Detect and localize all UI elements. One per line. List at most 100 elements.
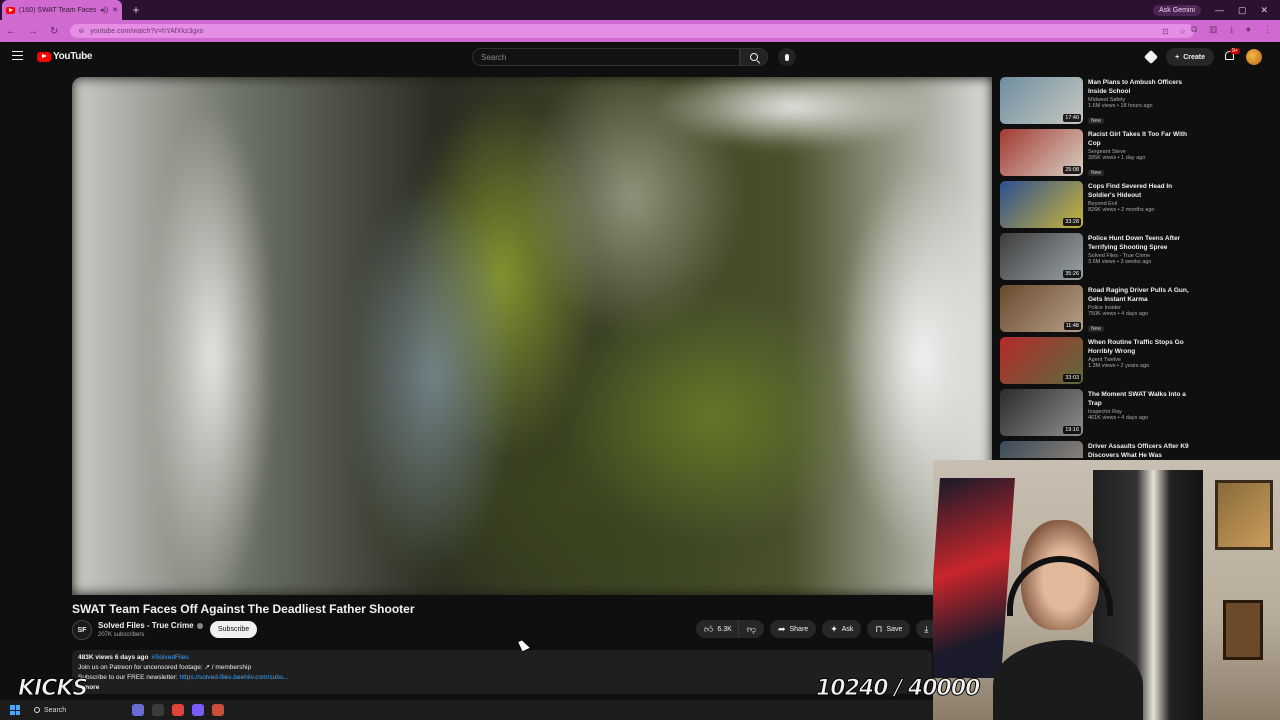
recommended-video-info: Road Raging Driver Pulls A Gun, Gets Ins… [1088, 285, 1272, 336]
recommended-video-stats: 1.3M views • 2 years ago [1088, 363, 1150, 369]
show-more-button[interactable]: ...more [78, 683, 926, 693]
menu-icon[interactable] [12, 51, 23, 60]
recommended-video-info: The Moment SWAT Walks Into a Trap Inspect… [1088, 389, 1272, 440]
youtube-logo[interactable]: YouTube [37, 51, 93, 62]
bookmark-star-icon[interactable]: ☆ [1179, 27, 1186, 36]
extensions-icon[interactable]: ⧉ [1191, 24, 1197, 35]
recommended-video[interactable]: Driver Assaults Officers After K9 Discov… [1000, 441, 1272, 458]
video-thumbnail[interactable]: 33:28 [1000, 181, 1083, 228]
site-info-icon[interactable]: ⊜ [78, 27, 84, 35]
recommended-video-title[interactable]: Police Hunt Down Teens After Terrifying … [1088, 234, 1198, 252]
search-icon [750, 53, 758, 61]
video-thumbnail[interactable]: 19:16 [1000, 389, 1083, 436]
newsletter-link[interactable]: https://solved-files.beehiiv.com/subs... [180, 674, 289, 681]
save-button[interactable]: ⊓ Save [867, 620, 911, 638]
account-avatar[interactable] [1246, 49, 1262, 65]
screen: (160) SWAT Team Faces Off ◂)) ✕ + Ask Ge… [0, 0, 1280, 720]
download-icon: ⤓ [924, 623, 929, 634]
video-thumbnail[interactable]: 35:26 [1000, 233, 1083, 280]
back-arrow-icon[interactable]: ← [6, 26, 16, 37]
notifications-button[interactable]: 9+ [1224, 48, 1240, 63]
recommended-video-title[interactable]: Man Plans to Ambush Officers Inside Scho… [1088, 78, 1198, 96]
downloads-icon[interactable]: ⤓ [1230, 24, 1234, 35]
browser-toolbar: ← → ↻ ⊜ youtube.com/watch?v=hYAfXkz3gxo … [0, 20, 1280, 42]
goal-counter: 10240 / 40000 [815, 676, 980, 702]
hashtag-link[interactable]: #SolvedFiles [151, 654, 188, 661]
new-tab-button[interactable]: + [128, 2, 144, 18]
recommended-video-title[interactable]: The Moment SWAT Walks Into a Trap [1088, 390, 1198, 408]
recommended-video[interactable]: 19:16 The Moment SWAT Walks Into a Trap In… [1000, 389, 1272, 440]
browser-tab[interactable]: (160) SWAT Team Faces Off ◂)) ✕ [2, 0, 122, 20]
windows-start-icon[interactable] [10, 705, 20, 715]
video-duration: 33:03 [1063, 374, 1081, 382]
url-text: youtube.com/watch?v=hYAfXkz3gxo [90, 27, 204, 35]
browser-tab-strip: (160) SWAT Team Faces Off ◂)) ✕ + Ask Ge… [0, 0, 1280, 20]
video-description[interactable]: 483K views 6 days ago #SolvedFiles Join u… [72, 650, 932, 694]
video-thumbnail[interactable]: 33:03 [1000, 337, 1083, 384]
video-thumbnail[interactable]: 11:48 [1000, 285, 1083, 332]
voice-search-button[interactable] [778, 48, 796, 66]
recommended-video[interactable]: 33:28 Cops Find Severed Head In Soldier's… [1000, 181, 1272, 232]
new-badge: New [1088, 170, 1105, 176]
recommended-video-title[interactable]: Road Raging Driver Pulls A Gun, Gets Ins… [1088, 286, 1198, 304]
chrome-icon[interactable] [172, 704, 184, 716]
recommended-video-title[interactable]: When Routine Traffic Stops Go Horribly W… [1088, 338, 1198, 356]
close-window-button[interactable]: ✕ [1260, 5, 1268, 16]
video-duration: 17:40 [1063, 114, 1081, 122]
reload-icon[interactable]: ↻ [50, 26, 58, 37]
channel-name[interactable]: Solved Files - True Crime [98, 621, 203, 630]
subscribe-button[interactable]: Subscribe [210, 621, 258, 638]
search-button[interactable] [740, 48, 768, 66]
search-input[interactable]: Search [472, 48, 740, 66]
new-badge: New [1088, 326, 1105, 332]
video-thumbnail[interactable]: 17:40 [1000, 77, 1083, 124]
forward-arrow-icon[interactable]: → [28, 26, 38, 37]
recommended-video[interactable]: 35:26 Police Hunt Down Teens After Terrif… [1000, 233, 1272, 284]
channel-avatar[interactable]: SF [72, 620, 92, 640]
recommended-video-title[interactable]: Cops Find Severed Head In Soldier's Hide… [1088, 182, 1198, 200]
address-bar[interactable]: ⊜ youtube.com/watch?v=hYAfXkz3gxo ⊡ ☆ [70, 24, 1194, 38]
dislike-button[interactable]: 👎︎ [737, 620, 764, 638]
profile-icon[interactable]: ● [1246, 24, 1251, 35]
taskbar-app-icon[interactable] [132, 704, 144, 716]
webcam-overlay [933, 460, 1280, 720]
recommended-video-title[interactable]: Driver Assaults Officers After K9 Discov… [1088, 442, 1198, 458]
sidepanel-icon[interactable]: ▥ [1209, 24, 1218, 35]
extension-icon[interactable] [1144, 49, 1159, 65]
like-count: 6.3K [717, 625, 732, 633]
youtube-header: YouTube Search + Create 9+ [0, 42, 1280, 72]
recommended-video-title[interactable]: Racist Girl Takes It Too Far With Cop [1088, 130, 1198, 148]
recommended-video-stats: 750K views • 4 days ago [1088, 311, 1149, 317]
recommended-video-stats: 3.6M views • 3 weeks ago [1088, 259, 1152, 265]
ask-button[interactable]: ✦ Ask [822, 620, 862, 638]
recommended-video[interactable]: 17:40 Man Plans to Ambush Officers Inside… [1000, 77, 1272, 128]
video-player[interactable] [72, 77, 992, 595]
wall-frame [1223, 600, 1263, 660]
video-duration: 33:28 [1063, 218, 1081, 226]
tab-close-icon[interactable]: ✕ [112, 6, 118, 14]
recommended-video-stats: 826K views • 2 months ago [1088, 207, 1155, 213]
video-duration: 11:48 [1063, 322, 1081, 330]
file-explorer-icon[interactable] [152, 704, 164, 716]
video-thumbnail[interactable]: 25:08 [1000, 129, 1083, 176]
ask-gemini-button[interactable]: Ask Gemini [1153, 4, 1201, 16]
create-button[interactable]: + Create [1166, 48, 1214, 66]
recommended-video[interactable]: 11:48 Road Raging Driver Pulls A Gun, Get… [1000, 285, 1272, 336]
video-thumbnail[interactable] [1000, 441, 1083, 458]
taskbar-search-icon [34, 707, 40, 713]
youtube-favicon-icon [6, 6, 15, 14]
maximize-button[interactable]: ▢ [1238, 5, 1247, 16]
audio-icon[interactable]: ◂)) [100, 6, 108, 14]
taskbar-search[interactable]: Search [28, 703, 124, 717]
share-button[interactable]: ➦ Share [769, 620, 817, 638]
browser-menu-icon[interactable]: ⋮ [1263, 24, 1272, 35]
install-app-icon[interactable]: ⊡ [1162, 27, 1169, 36]
recommended-video-stats: 461K views • 4 days ago [1088, 415, 1149, 421]
minimize-button[interactable]: — [1215, 5, 1224, 15]
recommended-video[interactable]: 33:03 When Routine Traffic Stops Go Horri… [1000, 337, 1272, 388]
recommended-video[interactable]: 25:08 Racist Girl Takes It Too Far With C… [1000, 129, 1272, 180]
video-actions: 👍︎ 6.3K 👎︎ ➦ Share ✦ Ask ⊓ Save ⤓ D [696, 620, 946, 638]
discord-icon[interactable] [192, 704, 204, 716]
like-button[interactable]: 👍︎ 6.3K [696, 620, 738, 638]
obs-icon[interactable] [212, 704, 224, 716]
